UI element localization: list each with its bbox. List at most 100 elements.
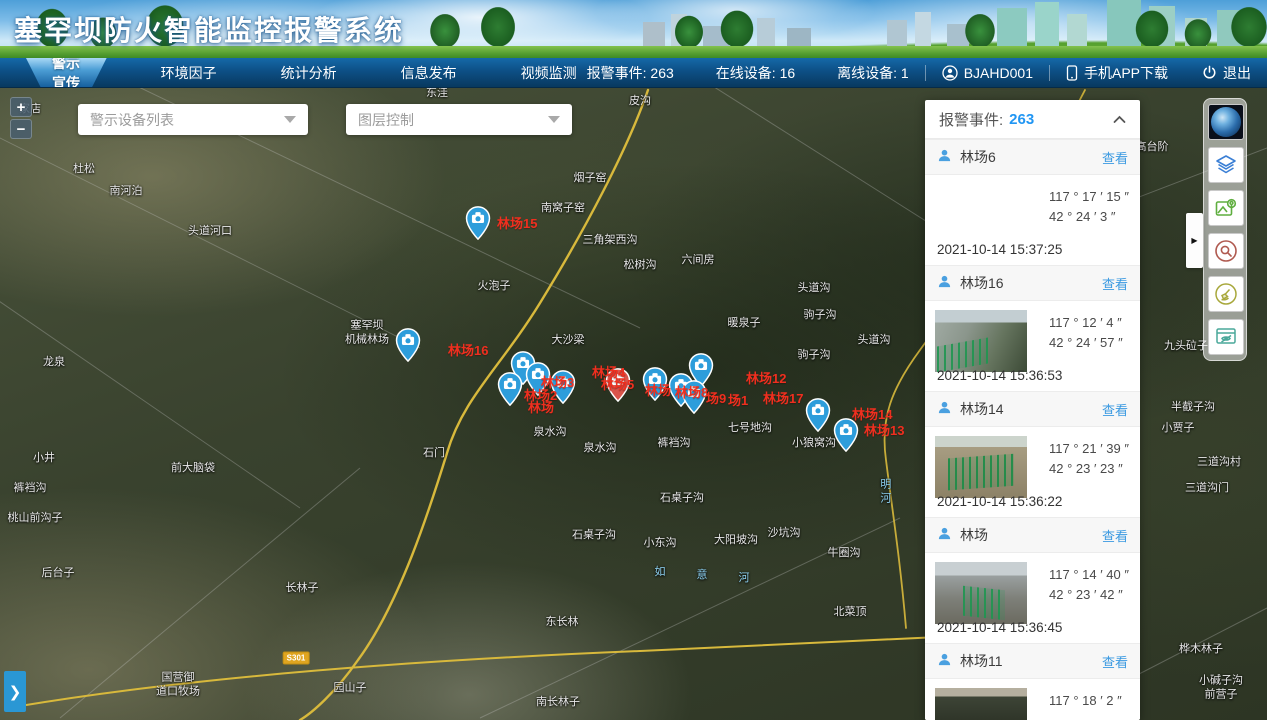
place-name-label: 火泡子	[478, 280, 511, 294]
place-name-label: 石门	[423, 447, 445, 461]
camera-map-pin[interactable]	[395, 328, 421, 367]
tab-warning-promo[interactable]: 警示宣传	[26, 58, 107, 87]
alarm-site-name: 林场16	[960, 273, 1004, 293]
dropdown-placeholder: 警示设备列表	[90, 110, 174, 130]
zoom-out-button[interactable]: −	[10, 119, 32, 139]
layers-icon[interactable]	[1208, 147, 1244, 183]
camera-map-pin[interactable]	[833, 418, 859, 457]
view-link[interactable]: 查看	[1102, 148, 1128, 167]
place-name-label: 桃山前沟子	[8, 512, 63, 526]
alarm-coordinates: 117 ° 21 ′ 39 ″ 42 ° 23 ′ 23 ″	[1049, 439, 1129, 479]
stat-value: 1	[901, 65, 909, 81]
place-name-label: 半截子沟	[1171, 401, 1215, 415]
place-name-label: 石桌子沟	[660, 492, 704, 506]
camera-map-pin[interactable]	[497, 372, 523, 411]
camera-map-pin[interactable]	[465, 206, 491, 245]
marker-label: 林场8	[675, 382, 708, 401]
alarm-snapshot-thumbnail[interactable]	[935, 310, 1027, 372]
alarm-item-header: 林场16 查看	[925, 265, 1140, 301]
marker-label: 林场15	[497, 213, 537, 232]
tab-label: 视频监测	[521, 63, 577, 83]
search-circle-icon[interactable]	[1208, 233, 1244, 269]
marker-label: 林场17	[763, 388, 803, 407]
alarm-item-header: 林场14 查看	[925, 391, 1140, 427]
stat-online-devices: 在线设备: 16	[716, 63, 795, 83]
map-canvas[interactable]: + − 警示设备列表 图层控制 ❯ ▶	[0, 88, 1267, 720]
place-name-label: 小狼窝沟	[792, 437, 836, 451]
layer-control-dropdown[interactable]: 图层控制	[346, 104, 572, 135]
alarm-timestamp: 2021-10-14 15:37:25	[937, 242, 1062, 257]
place-name-label: 石桌子沟	[572, 529, 616, 543]
person-icon	[937, 148, 952, 166]
alarm-site-name: 林场6	[960, 147, 996, 167]
satellite-globe-icon[interactable]	[1208, 104, 1244, 140]
alarm-event-item: 林场16 查看 117 ° 12 ′ 4 ″ 42 ° 24 ′ 57 ″ 20…	[925, 265, 1140, 391]
place-name-label: 园山子	[334, 682, 367, 696]
place-name-label: 九头砬子	[1164, 340, 1208, 354]
place-name-label: 松树沟	[624, 259, 657, 273]
view-link[interactable]: 查看	[1102, 400, 1128, 419]
camera-map-pin[interactable]	[805, 398, 831, 437]
user-account[interactable]: BJAHD001	[942, 65, 1033, 81]
alarm-snapshot-thumbnail[interactable]	[935, 184, 1027, 246]
person-icon	[937, 400, 952, 418]
nav-status-area: 报警事件: 263 在线设备: 16 离线设备: 1 BJAHD001 手机AP…	[587, 58, 1251, 87]
window-eye-off-icon[interactable]	[1208, 319, 1244, 355]
tab-environment-factors[interactable]: 环境因子	[151, 58, 227, 87]
marker-label: 场1	[728, 390, 748, 409]
place-name-label: 国营御 道口牧场	[156, 671, 200, 699]
latitude-value: 42 ° 24 ′ 57 ″	[1049, 333, 1123, 353]
latitude-value: 42 ° 23 ′ 42 ″	[1049, 585, 1129, 605]
alarm-item-body: 117 ° 12 ′ 4 ″ 42 ° 24 ′ 57 ″ 2021-10-14…	[925, 301, 1140, 391]
app-download-button[interactable]: 手机APP下载	[1066, 63, 1168, 83]
place-name-label: 六间房	[682, 254, 715, 268]
header-banner: 塞罕坝防火智能监控报警系统	[0, 0, 1267, 58]
alarm-snapshot-thumbnail[interactable]	[935, 688, 1027, 720]
stat-value: 263	[650, 65, 673, 81]
place-name-label: 南河泊	[110, 185, 143, 199]
longitude-value: 117 ° 12 ′ 4 ″	[1049, 313, 1123, 333]
road-number-badge: S301	[283, 652, 310, 665]
toolbar-collapse-tab[interactable]: ▶	[1186, 213, 1203, 268]
longitude-value: 117 ° 18 ′ 2 ″	[1049, 691, 1122, 711]
view-link[interactable]: 查看	[1102, 652, 1128, 671]
view-link[interactable]: 查看	[1102, 526, 1128, 545]
stat-value: 16	[780, 65, 796, 81]
user-icon	[942, 65, 958, 81]
alarm-timestamp: 2021-10-14 15:36:53	[937, 368, 1062, 383]
place-name-label: 三道沟门	[1185, 482, 1229, 496]
place-name-label: 烟子窑	[574, 172, 607, 186]
alarm-snapshot-thumbnail[interactable]	[935, 562, 1027, 624]
place-name-label: 暖泉子	[728, 317, 761, 331]
longitude-value: 117 ° 14 ′ 40 ″	[1049, 565, 1129, 585]
zoom-in-button[interactable]: +	[10, 97, 32, 117]
place-name-label: 北菜顶	[834, 606, 867, 620]
broom-icon[interactable]	[1208, 276, 1244, 312]
marker-label: 场9	[706, 388, 726, 407]
stat-label: 离线设备:	[837, 65, 897, 81]
alarm-coordinates: 117 ° 12 ′ 4 ″ 42 ° 24 ′ 57 ″	[1049, 313, 1123, 353]
place-name-label: 大沙梁	[552, 334, 585, 348]
map-annotate-icon[interactable]	[1208, 190, 1244, 226]
place-name-label: 高台阶	[1136, 141, 1169, 155]
place-name-label: 南长林子	[536, 696, 580, 710]
alarm-snapshot-thumbnail[interactable]	[935, 436, 1027, 498]
place-name-label: 南窝子窑	[541, 202, 585, 216]
alarm-item-body: 117 ° 21 ′ 39 ″ 42 ° 23 ′ 23 ″ 2021-10-1…	[925, 427, 1140, 517]
chevron-up-icon[interactable]	[1113, 115, 1126, 124]
tab-info-publish[interactable]: 信息发布	[391, 58, 467, 87]
tab-statistics[interactable]: 统计分析	[271, 58, 347, 87]
place-name-label: 皮沟	[629, 95, 651, 109]
logout-button[interactable]: 退出	[1202, 63, 1251, 83]
left-panel-expand-button[interactable]: ❯	[4, 671, 26, 712]
app-download-label: 手机APP下载	[1084, 63, 1168, 83]
tab-video-monitor[interactable]: 视频监测	[511, 58, 587, 87]
view-link[interactable]: 查看	[1102, 274, 1128, 293]
nav-divider	[1049, 65, 1050, 81]
chevron-down-icon	[548, 116, 560, 123]
place-name-label: 裤裆沟	[658, 437, 691, 451]
dropdown-placeholder: 图层控制	[358, 110, 414, 130]
phone-icon	[1066, 65, 1078, 81]
stat-label: 在线设备:	[716, 65, 776, 81]
warning-device-list-dropdown[interactable]: 警示设备列表	[78, 104, 308, 135]
